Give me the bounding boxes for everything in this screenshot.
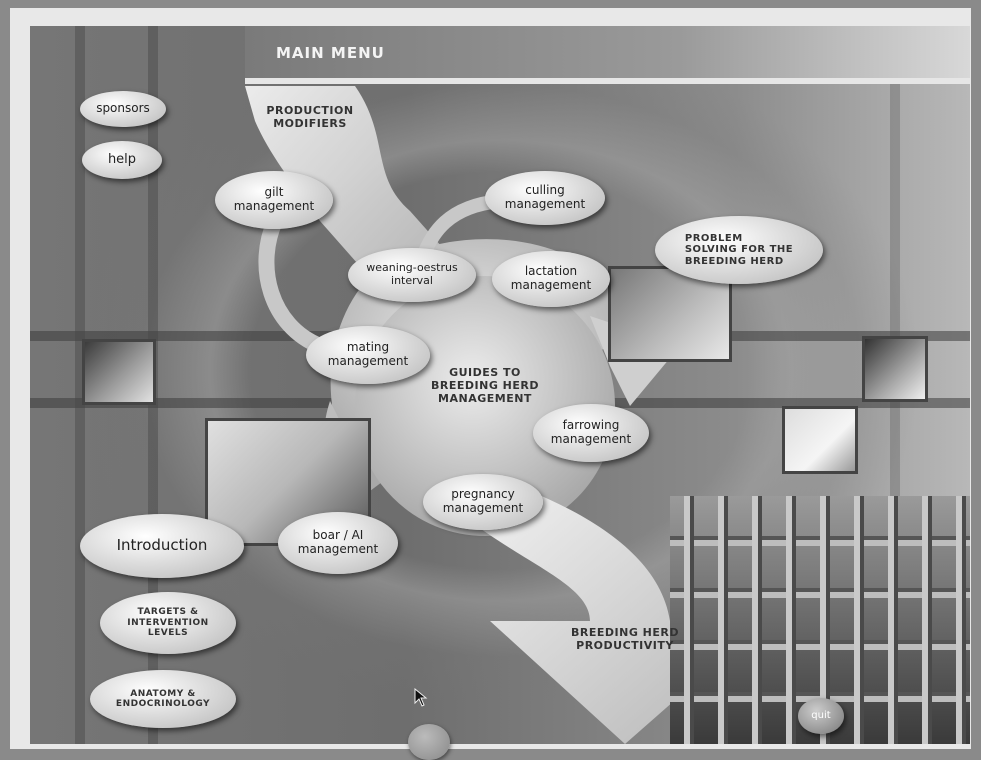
problem-solving-label: PROBLEM SOLVING FOR THE BREEDING HERD [684,232,794,267]
mating-management-button[interactable]: mating management [306,326,430,384]
pregnancy-management-button[interactable]: pregnancy management [423,474,543,530]
piglets-photo [862,336,928,402]
weaning-oestrus-label: weaning-oestrus interval [366,261,458,287]
gilt-management-button[interactable]: gilt management [215,171,333,229]
culling-management-label: culling management [504,183,586,211]
lactation-management-label: lactation management [510,264,592,292]
farrowing-management-label: farrowing management [550,418,632,446]
center-title: GUIDES TO BREEDING HERD MANAGEMENT [431,366,539,405]
quit-label: quit [811,710,831,722]
sponsors-button[interactable]: sponsors [80,91,166,127]
productivity-label: BREEDING HERD PRODUCTIVITY [571,626,679,652]
bottom-navigation-knob[interactable] [408,724,450,760]
weaning-oestrus-button[interactable]: weaning-oestrus interval [348,248,476,302]
production-modifiers-label: PRODUCTION MODIFIERS [266,104,354,130]
targets-button[interactable]: TARGETS & INTERVENTION LEVELS [100,592,236,654]
help-button[interactable]: help [82,141,162,179]
boar-ai-management-button[interactable]: boar / AI management [278,512,398,574]
pregnancy-management-label: pregnancy management [442,487,524,515]
problem-solving-button[interactable]: PROBLEM SOLVING FOR THE BREEDING HERD [655,216,823,284]
introduction-button[interactable]: Introduction [80,514,244,578]
main-menu-screen: MAIN MENU PRODUCTION MODIFIERS GUIDES TO… [30,26,970,744]
pig-face-photo [82,339,156,405]
piglet-face-photo [782,406,858,474]
sponsors-label: sponsors [96,101,150,116]
gilt-management-label: gilt management [233,185,315,213]
gilt-connector [258,213,328,354]
culling-management-button[interactable]: culling management [485,171,605,225]
mouse-cursor-icon [414,688,428,707]
targets-label: TARGETS & INTERVENTION LEVELS [127,607,209,639]
help-label: help [107,151,137,167]
lactation-management-button[interactable]: lactation management [492,251,610,307]
mating-management-label: mating management [327,340,409,368]
introduction-label: Introduction [116,536,208,555]
anatomy-label: ANATOMY & ENDOCRINOLOGY [115,688,211,709]
boar-ai-management-label: boar / AI management [297,528,379,556]
quit-button[interactable]: quit [798,698,844,734]
window-frame: MAIN MENU PRODUCTION MODIFIERS GUIDES TO… [10,8,971,760]
anatomy-button[interactable]: ANATOMY & ENDOCRINOLOGY [90,670,236,728]
farrowing-management-button[interactable]: farrowing management [533,404,649,462]
